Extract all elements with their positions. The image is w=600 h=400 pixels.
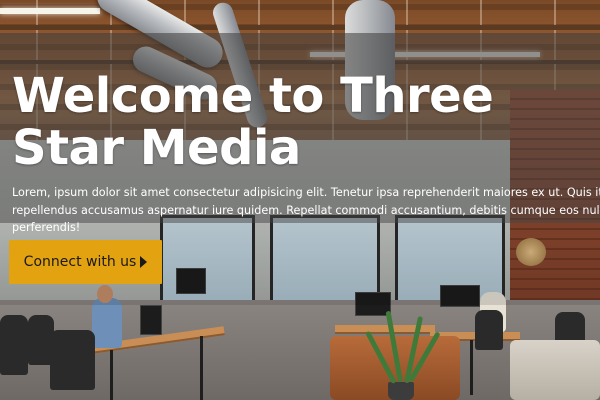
person — [92, 298, 122, 348]
ceiling-light — [0, 8, 100, 14]
hero-section: Welcome to Three Star Media Lorem, ipsum… — [12, 70, 600, 237]
office-chair — [475, 310, 503, 350]
desk-leg — [110, 350, 113, 400]
hero-title: Welcome to Three Star Media — [12, 68, 494, 176]
hero-description-line: perferendis! — [12, 221, 81, 234]
armchair — [510, 340, 600, 400]
ceiling-beam — [0, 25, 600, 30]
hero-description-line: Lorem, ipsum dolor sit amet consectetur … — [12, 186, 600, 199]
office-chair — [0, 315, 28, 375]
desk-leg — [200, 336, 203, 400]
play-triangle-icon — [140, 256, 148, 268]
hero-description-line: repellendus accusamus aspernatur iure qu… — [12, 203, 600, 217]
office-chair — [50, 330, 95, 390]
connect-button-label: Connect with us — [23, 254, 137, 270]
desk-leg — [470, 340, 473, 395]
plant-pot — [388, 382, 414, 400]
connect-with-us-button[interactable]: Connect with us — [9, 240, 162, 284]
hero-description: Lorem, ipsum dolor sit amet consectetur … — [12, 184, 600, 237]
monitor — [140, 305, 162, 335]
